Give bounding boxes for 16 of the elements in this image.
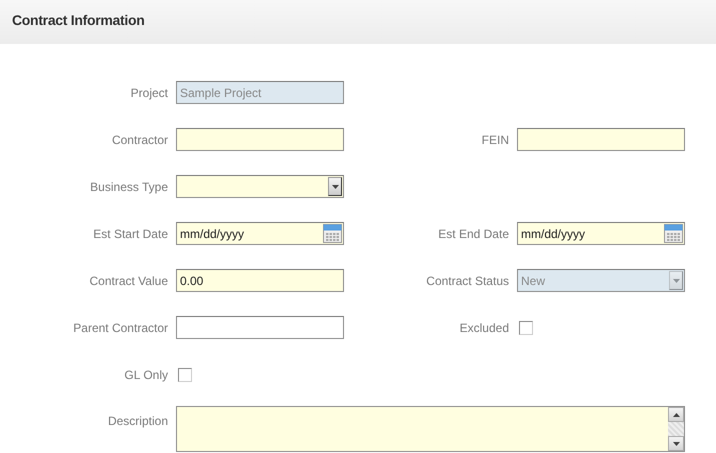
field-label: Contract Value <box>88 272 169 290</box>
field-label: Parent Contractor <box>72 320 169 336</box>
input-field[interactable]: 0.00 <box>176 269 344 292</box>
field-label: Contractor <box>110 132 169 148</box>
date-field[interactable]: mm/dd/yyyy <box>517 222 685 245</box>
field-label: Project <box>130 84 169 102</box>
date-field[interactable]: mm/dd/yyyy <box>176 222 344 245</box>
field-label: Est Start Date <box>92 226 169 242</box>
field-label: Contract Status <box>425 272 510 290</box>
field-label: Description <box>106 413 169 430</box>
field-label: Excluded <box>458 320 510 336</box>
field-label: FEIN <box>480 132 510 148</box>
field-label: Est End Date <box>437 226 510 242</box>
field-label: Business Type <box>89 178 169 196</box>
field-label: GL Only <box>123 366 169 384</box>
section-title: Contract Information <box>12 12 146 29</box>
